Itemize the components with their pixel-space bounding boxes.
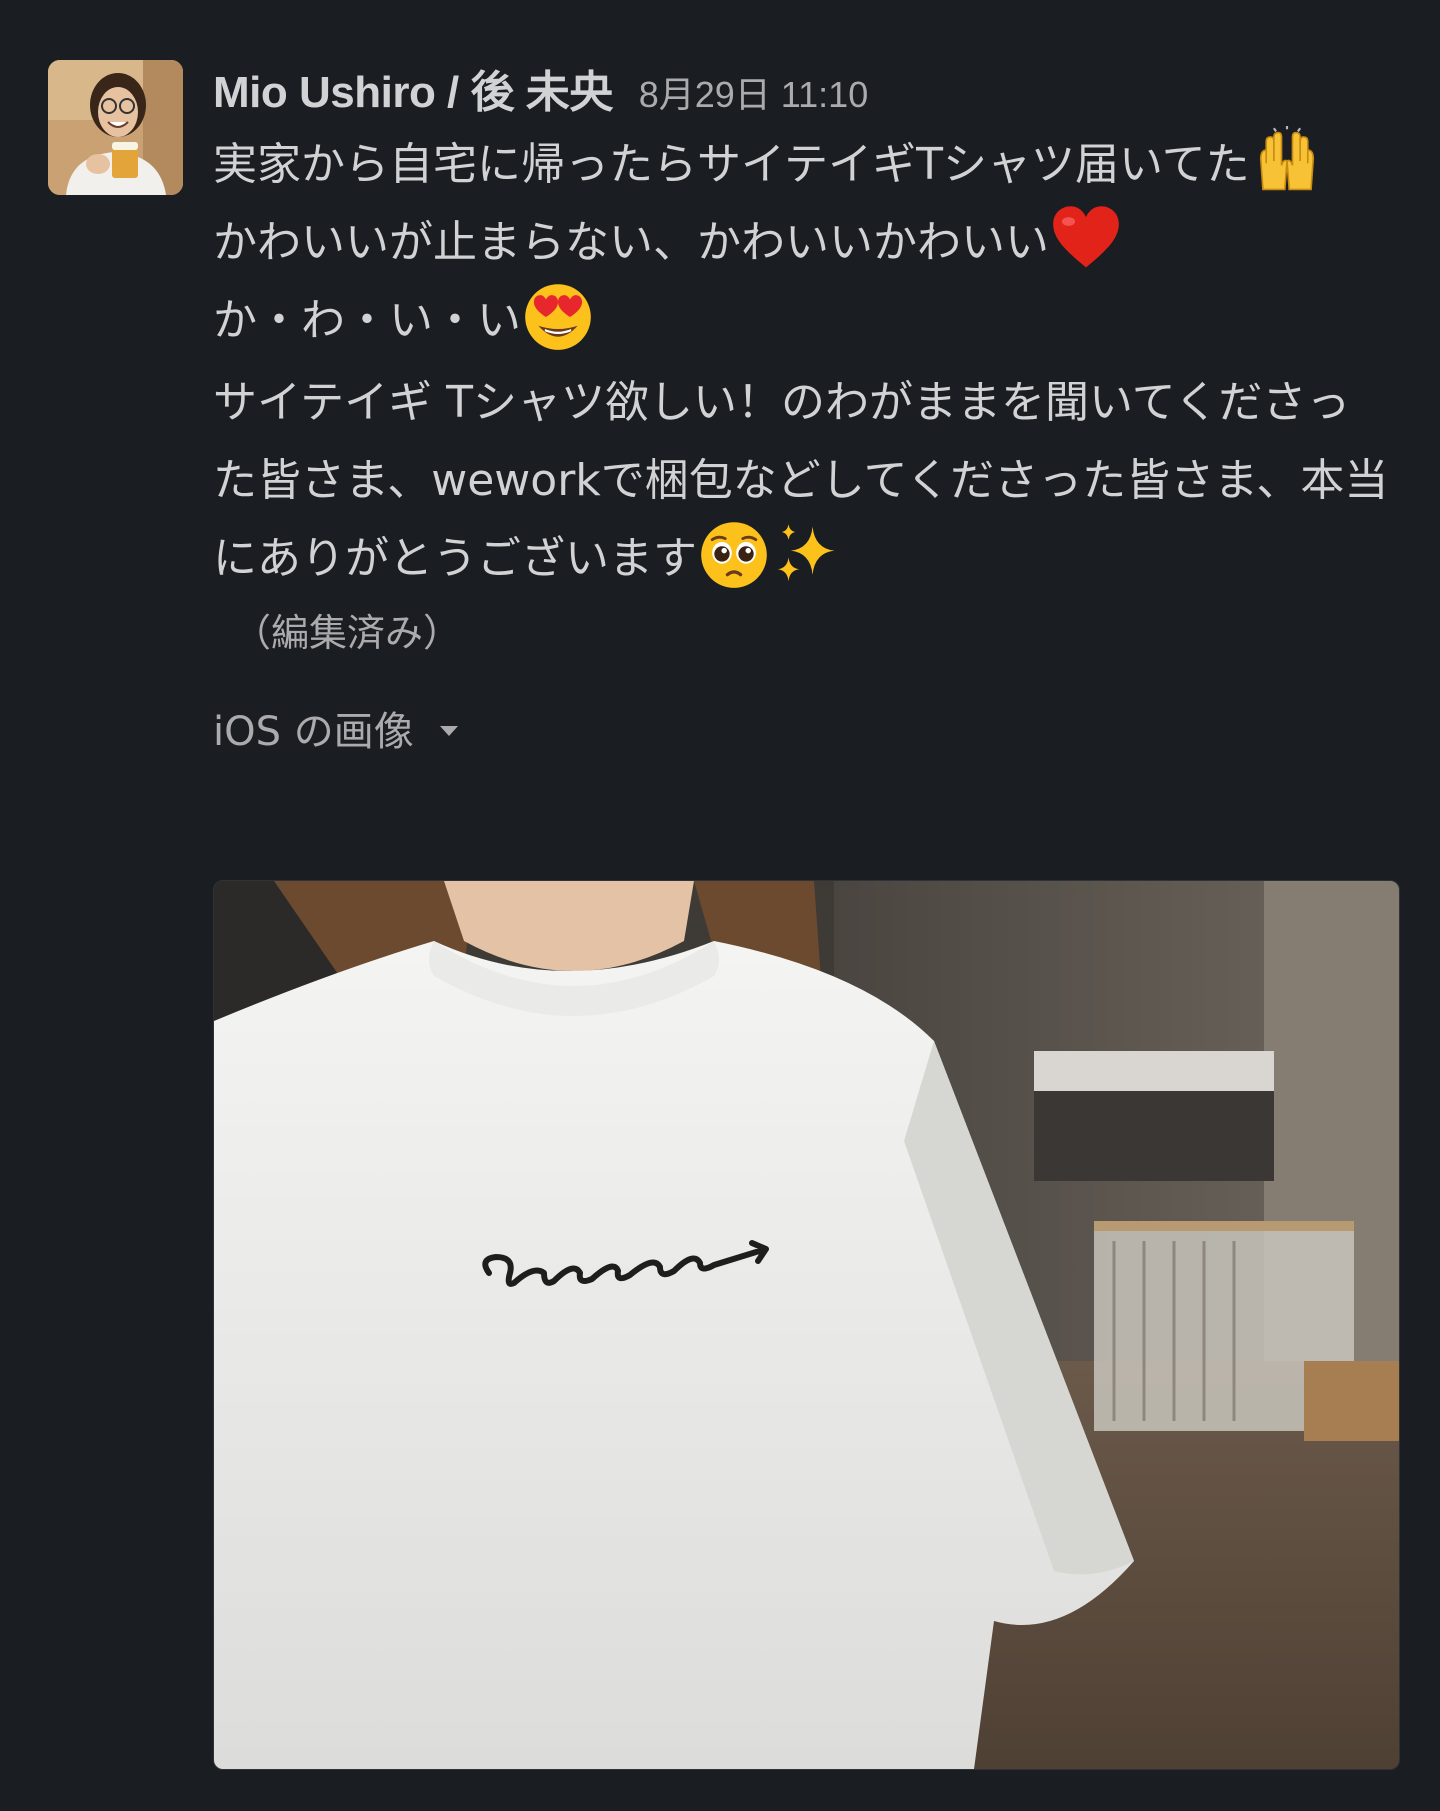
red-heart-icon — [1053, 206, 1119, 268]
caret-down-icon[interactable] — [439, 726, 458, 736]
message-line-3: か・わ・い・い — [213, 295, 521, 346]
message: Mio Ushiro / 後 未央 8月29日 11:10 実家から自宅に帰った… — [0, 0, 1440, 1811]
pleading-face-icon — [701, 522, 767, 588]
attachment-image[interactable] — [213, 880, 1400, 1770]
message-line: 実家から自宅に帰ったらサイテイギTシャツ届いてた — [213, 126, 1393, 204]
avatar[interactable] — [48, 60, 183, 195]
message-line: か・わ・い・い — [213, 282, 1393, 360]
message-line-2: かわいいが止まらない、かわいいかわいい — [213, 217, 1049, 268]
attachment-label-text[interactable]: iOS の画像 — [213, 699, 414, 757]
sparkles-icon — [777, 524, 835, 582]
heart-eyes-icon — [525, 284, 591, 350]
message-line: かわいいが止まらない、かわいいかわいい — [213, 204, 1393, 282]
message-header: Mio Ushiro / 後 未央 8月29日 11:10 — [213, 56, 1393, 124]
author-name[interactable]: Mio Ushiro / 後 未央 — [213, 56, 613, 120]
attachment-label[interactable]: iOS の画像 — [213, 698, 1393, 758]
message-line-1: 実家から自宅に帰ったらサイテイギTシャツ届いてた — [213, 139, 1250, 190]
timestamp[interactable]: 8月29日 11:10 — [639, 66, 868, 118]
message-paragraph-2: サイテイギ Tシャツ欲しい！のわがままを聞いてくださった皆さま、weworkで梱… — [213, 364, 1393, 598]
message-content: Mio Ushiro / 後 未央 8月29日 11:10 実家から自宅に帰った… — [213, 56, 1393, 758]
message-body: 実家から自宅に帰ったらサイテイギTシャツ届いてた かわいいが止まらない、かわいい… — [213, 126, 1393, 668]
edited-label: （編集済み） — [233, 611, 462, 655]
raising-hands-icon — [1259, 126, 1314, 191]
